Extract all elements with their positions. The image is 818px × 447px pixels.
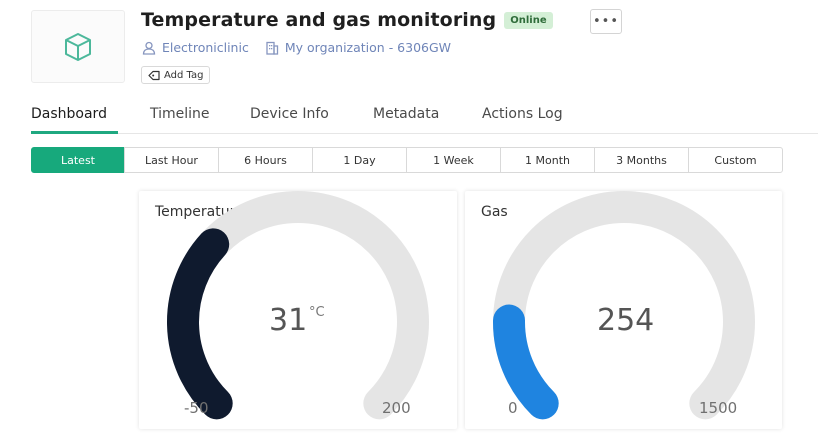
tab-actions-log[interactable]: Actions Log (482, 106, 563, 122)
gauge-max: 1500 (699, 399, 738, 417)
temperature-widget: Temperature 31 °C -50 200 (139, 191, 457, 429)
range-3-months-button[interactable]: 3 Months (594, 147, 689, 173)
range-last-hour-button[interactable]: Last Hour (124, 147, 219, 173)
tab-metadata[interactable]: Metadata (373, 106, 439, 122)
add-tag-label: Add Tag (164, 69, 204, 81)
gauge-min: 0 (508, 399, 518, 417)
range-1-month-button[interactable]: 1 Month (500, 147, 595, 173)
gauge-max: 200 (382, 399, 411, 417)
active-tab-indicator (31, 131, 118, 134)
tag-icon (148, 70, 160, 80)
gauge-fill (167, 228, 233, 420)
time-range-selector: Latest Last Hour 6 Hours 1 Day 1 Week 1 … (31, 147, 783, 173)
range-6-hours-button[interactable]: 6 Hours (218, 147, 313, 173)
add-tag-button[interactable]: Add Tag (141, 66, 211, 84)
gas-widget: Gas 254 0 1500 (465, 191, 782, 429)
building-icon (266, 41, 278, 55)
gauge-fill (493, 304, 559, 420)
range-custom-button[interactable]: Custom (688, 147, 783, 173)
more-icon: ••• (592, 14, 619, 29)
more-button[interactable]: ••• (590, 9, 622, 34)
range-latest-button[interactable]: Latest (31, 147, 125, 173)
gauge-value: 31 (269, 303, 308, 338)
tab-timeline[interactable]: Timeline (150, 106, 210, 122)
gauge-value: 254 (597, 303, 655, 338)
gauge-unit: °C (309, 305, 325, 320)
status-badge: Online (504, 11, 553, 29)
device-meta: Electroniclinic My organization - 6306GW (142, 40, 451, 55)
device-thumbnail (31, 10, 125, 83)
device-tabs: Dashboard Timeline Device Info Metadata … (31, 100, 818, 134)
gauge-min: -50 (184, 399, 209, 417)
cube-icon (65, 32, 91, 61)
owner-link[interactable]: Electroniclinic (162, 40, 249, 55)
user-icon (142, 41, 156, 55)
tab-device-info[interactable]: Device Info (250, 106, 329, 122)
range-1-week-button[interactable]: 1 Week (406, 147, 501, 173)
organization-link[interactable]: My organization - 6306GW (285, 40, 451, 55)
range-1-day-button[interactable]: 1 Day (312, 147, 407, 173)
tab-dashboard[interactable]: Dashboard (31, 106, 107, 122)
title-row: Temperature and gas monitoring Online (141, 9, 553, 31)
page-title: Temperature and gas monitoring (141, 9, 497, 31)
